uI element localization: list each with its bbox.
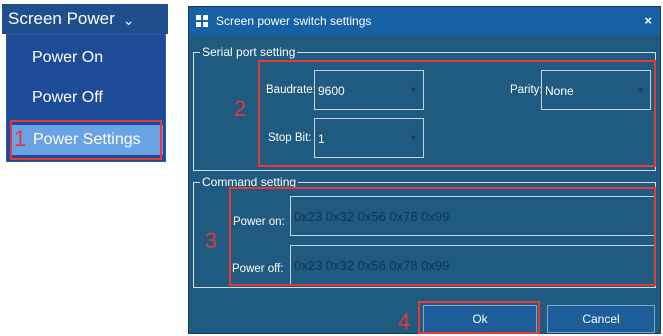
menu-title: Screen Power bbox=[8, 9, 115, 28]
annotation-number-2: 2 bbox=[234, 96, 247, 121]
annotation-number-1: 1 bbox=[14, 126, 27, 151]
menu-item-power-on[interactable]: Power On bbox=[7, 43, 165, 73]
menu-item-power-off[interactable]: Power Off bbox=[7, 83, 165, 113]
close-icon[interactable]: × bbox=[644, 13, 652, 28]
screen-power-menu-button[interactable]: Screen Power ⌄ bbox=[2, 4, 168, 34]
annotation-box-4 bbox=[418, 301, 540, 334]
annotation-box-1 bbox=[10, 120, 162, 160]
chevron-down-icon: ⌄ bbox=[122, 11, 135, 28]
grid-icon bbox=[196, 15, 208, 27]
annotation-box-2 bbox=[258, 60, 656, 167]
annotation-number-4: 4 bbox=[398, 309, 411, 334]
cancel-button[interactable]: Cancel bbox=[547, 305, 655, 333]
dialog-title: Screen power switch settings bbox=[216, 14, 372, 28]
annotation-number-3: 3 bbox=[205, 228, 218, 253]
annotation-box-3 bbox=[229, 187, 656, 286]
dialog-titlebar: Screen power switch settings × bbox=[189, 7, 660, 35]
serial-port-legend: Serial port setting bbox=[200, 45, 298, 59]
